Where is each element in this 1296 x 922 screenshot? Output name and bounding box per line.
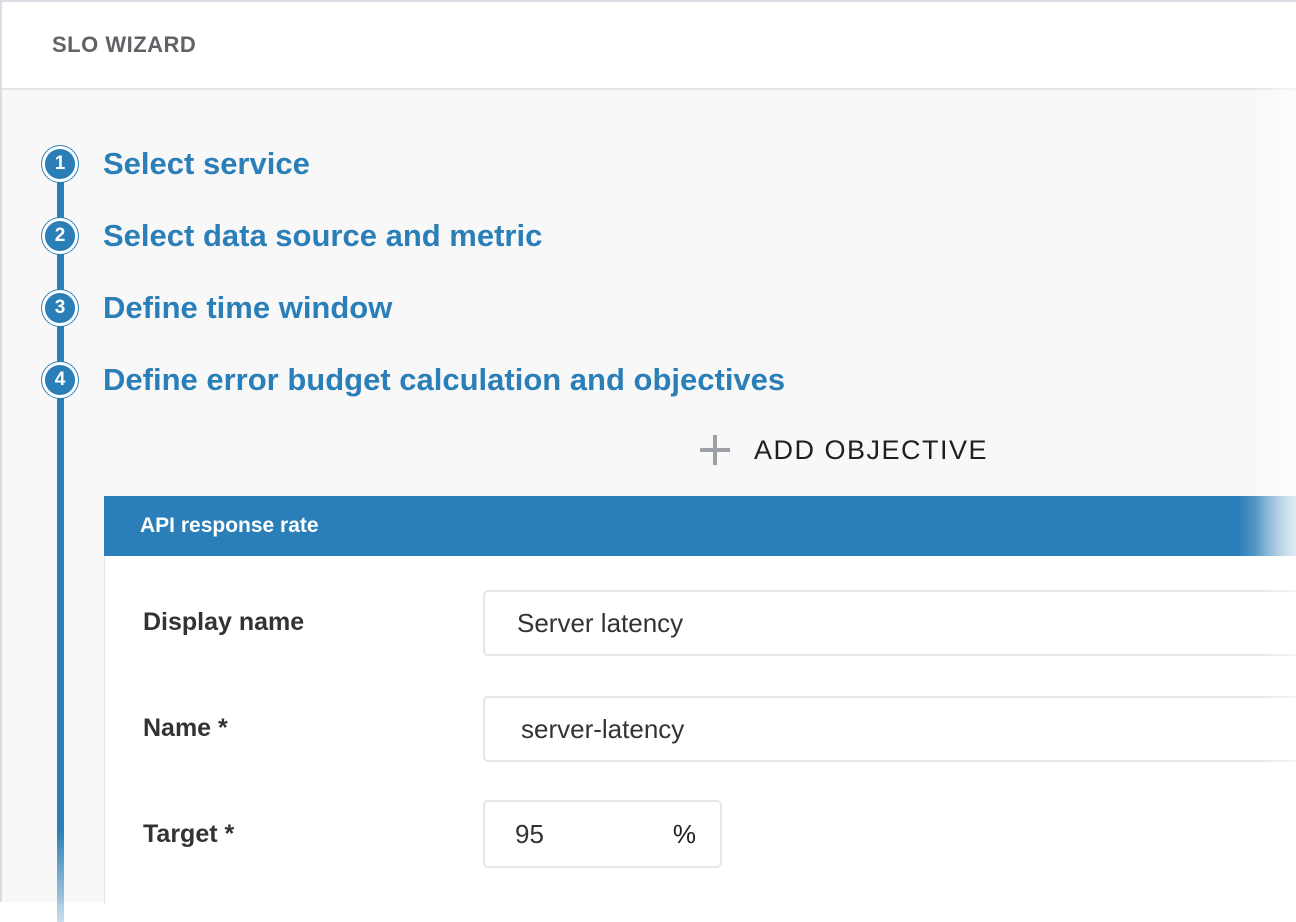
step-select-service[interactable]: 1 Select service <box>42 144 310 184</box>
display-name-label: Display name <box>143 608 305 636</box>
wizard-header: SLO WIZARD <box>2 2 1296 90</box>
step-define-time-window[interactable]: 3 Define time window <box>42 288 392 328</box>
wizard-title: SLO WIZARD <box>52 32 197 57</box>
add-objective-label: ADD OBJECTIVE <box>754 434 989 465</box>
target-unit: % <box>672 818 696 849</box>
name-input[interactable]: server-latency <box>483 696 1296 762</box>
step-number-badge: 3 <box>42 290 78 326</box>
target-input[interactable]: 95 % <box>483 800 722 868</box>
step-number-badge: 4 <box>42 362 78 398</box>
objective-panel-body: Display name Server latency Name * serve… <box>104 556 1296 904</box>
step-label: Select data source and metric <box>103 218 543 253</box>
target-value: 95 <box>515 818 544 849</box>
wizard-window: SLO WIZARD 1 Select service 2 Select dat… <box>0 0 1296 922</box>
display-name-value: Server latency <box>517 607 684 638</box>
step-label: Define time window <box>103 290 393 325</box>
add-objective-button[interactable]: ADD OBJECTIVE <box>696 430 988 470</box>
name-value: server-latency <box>521 713 685 744</box>
step-progress-rail <box>57 162 64 922</box>
step-number-badge: 1 <box>42 146 78 182</box>
wizard-content: 1 Select service 2 Select data source an… <box>2 92 1296 922</box>
step-define-error-budget[interactable]: 4 Define error budget calculation and ob… <box>42 360 785 400</box>
plus-icon <box>696 431 734 469</box>
display-name-input[interactable]: Server latency <box>483 590 1296 656</box>
objective-panel-title: API response rate <box>140 514 319 537</box>
step-number-badge: 2 <box>42 218 78 254</box>
step-label: Select service <box>103 146 310 181</box>
name-label: Name * <box>143 714 228 742</box>
objective-panel-header[interactable]: API response rate <box>104 496 1296 556</box>
step-label: Define error budget calculation and obje… <box>103 362 786 397</box>
step-select-data-source[interactable]: 2 Select data source and metric <box>42 216 542 256</box>
target-label: Target * <box>143 820 235 848</box>
